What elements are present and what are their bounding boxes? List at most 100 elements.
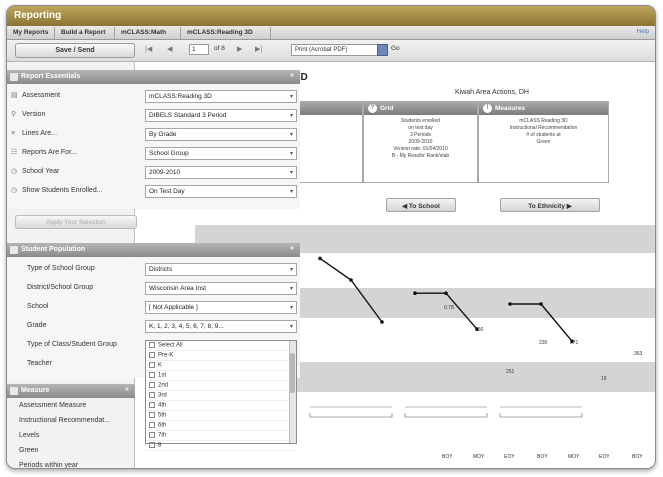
measure-item[interactable]: Assessment Measure <box>19 402 86 409</box>
field-select[interactable]: Wisconsin Area Inst ▾ <box>145 282 297 295</box>
select-value: On Test Day <box>149 188 185 195</box>
data-point[interactable] <box>508 302 512 306</box>
field-select[interactable]: 2009-2010 ▾ <box>145 166 297 179</box>
measure-item[interactable]: Instructional Recommendat... <box>19 417 110 424</box>
dropdown-scrollbar[interactable] <box>289 341 296 443</box>
page-number-input[interactable]: 1 <box>189 44 209 55</box>
checkbox-icon[interactable] <box>149 432 155 438</box>
grade-option-label: 5th <box>158 412 167 419</box>
grade-option[interactable]: Pre-K <box>146 351 296 361</box>
measure-header[interactable]: Measure « <box>7 384 135 398</box>
prev-page-button[interactable]: ◀ <box>167 45 172 53</box>
field-select[interactable]: By Grade ▾ <box>145 128 297 141</box>
field-label: Teacher <box>27 360 52 367</box>
grade-option[interactable]: 5th <box>146 411 296 421</box>
doc-icon: ▤ <box>11 92 18 99</box>
measure-item[interactable]: Periods within year <box>19 462 78 468</box>
collapse-icon[interactable]: « <box>290 72 294 79</box>
checkbox-icon[interactable] <box>149 392 155 398</box>
grade-option[interactable]: Select All <box>146 341 296 351</box>
chevron-down-icon: ▾ <box>289 267 293 273</box>
tab-mclass-reading[interactable]: mCLASS:Reading 3D <box>181 27 271 39</box>
field-label: Type of School Group <box>27 265 95 272</box>
export-icon[interactable] <box>377 44 388 56</box>
checkbox-icon[interactable] <box>149 382 155 388</box>
next-page-button[interactable]: ▶ <box>237 45 242 53</box>
data-point[interactable] <box>380 320 384 324</box>
checkbox-icon[interactable] <box>149 372 155 378</box>
tab-mclass-math[interactable]: mCLASS:Math <box>115 27 181 39</box>
point-label: 19 <box>601 376 607 383</box>
grade-option[interactable]: 3rd <box>146 391 296 401</box>
toolbar: Save / Send |◀ ◀ 1 of 8 ▶ ▶| Print (Acro… <box>7 40 655 62</box>
grade-option[interactable]: 1st <box>146 371 296 381</box>
version-icon: ⚲ <box>11 111 17 118</box>
grade-option[interactable]: K <box>146 361 296 371</box>
last-page-button[interactable]: ▶| <box>255 45 262 53</box>
measure-item[interactable]: Green <box>19 447 38 454</box>
export-format-select[interactable]: Print (Acrobat PDF) <box>291 44 381 56</box>
checkbox-icon[interactable] <box>149 442 155 448</box>
data-point[interactable] <box>349 278 353 282</box>
checkbox-icon[interactable] <box>149 422 155 428</box>
save-send-button[interactable]: Save / Send <box>15 43 135 58</box>
measure-icon <box>10 387 18 395</box>
grade-option-label: 2nd <box>158 382 169 389</box>
point-label: 0.78 <box>444 305 454 312</box>
grade-option[interactable]: 4th <box>146 401 296 411</box>
scroll-thumb[interactable] <box>290 353 295 393</box>
point-label: 363 <box>634 351 643 357</box>
data-point[interactable] <box>539 302 543 306</box>
collapse-icon[interactable]: « <box>290 245 294 252</box>
grade-dropdown-list[interactable]: Select All Pre-K K 1st 2nd 3rd 4th 5th 6th 7th 8 <box>145 340 297 451</box>
grade-option-label: 4th <box>158 402 167 409</box>
grade-option-label: K <box>158 362 163 369</box>
report-essentials-header[interactable]: Report Essentials « <box>7 70 300 84</box>
checkbox-icon[interactable] <box>149 412 155 418</box>
field-select[interactable]: [ Not Applicable ] ▾ <box>145 301 297 314</box>
checkbox-icon[interactable] <box>149 362 155 368</box>
grade-option[interactable]: 2nd <box>146 381 296 391</box>
help-link[interactable]: Help <box>637 29 649 35</box>
field-select[interactable]: DIBELS Standard 3 Period ▾ <box>145 109 297 122</box>
population-icon <box>10 246 18 254</box>
x-tick-label: BOY <box>632 454 643 460</box>
tab-my-reports[interactable]: My Reports <box>7 27 55 39</box>
student-population-header[interactable]: Student Population « <box>7 243 300 257</box>
grade-option[interactable]: 8 <box>146 441 296 451</box>
select-value: 2009-2010 <box>149 169 181 176</box>
data-point[interactable] <box>413 291 417 295</box>
grade-option-label: Pre-K <box>158 352 174 359</box>
chevron-down-icon: ▾ <box>289 189 293 195</box>
field-label: Version <box>22 111 46 118</box>
field-select[interactable]: mCLASS:Reading 3D ▾ <box>145 90 297 103</box>
checkbox-icon[interactable] <box>149 402 155 408</box>
first-page-button[interactable]: |◀ <box>145 45 152 53</box>
measure-item[interactable]: Levels <box>19 432 39 439</box>
panel-title: Report Essentials <box>21 73 81 80</box>
field-select[interactable]: School Group ▾ <box>145 147 297 160</box>
select-value: DIBELS Standard 3 Period <box>149 112 227 119</box>
grade-option[interactable]: 7th <box>146 431 296 441</box>
chevron-down-icon: ▾ <box>289 113 293 119</box>
data-point[interactable] <box>318 256 322 261</box>
field-select[interactable]: K, 1, 2, 3, 4, 5, 6, 7, 8, 9... ▾ <box>145 320 297 333</box>
tab-build-report[interactable]: Build a Report <box>55 27 115 39</box>
grade-option[interactable]: 6th <box>146 421 296 431</box>
checkbox-icon[interactable] <box>149 352 155 358</box>
apply-selection-button[interactable]: Apply Your Selection <box>15 215 137 229</box>
series-line <box>319 257 383 323</box>
go-button[interactable]: Go <box>391 45 400 52</box>
chevron-down-icon: ▾ <box>289 151 293 157</box>
chevron-down-icon: ▾ <box>289 286 293 292</box>
select-value: Wisconsin Area Inst <box>149 285 207 292</box>
checkbox-icon[interactable] <box>149 342 155 348</box>
collapse-icon[interactable]: « <box>125 386 129 393</box>
chevron-down-icon: ▾ <box>289 170 293 176</box>
field-label: Grade <box>27 322 47 329</box>
data-point[interactable] <box>444 291 448 295</box>
field-select[interactable]: On Test Day ▾ <box>145 185 297 198</box>
field-select[interactable]: Districts ▾ <box>145 263 297 276</box>
point-label: 230 <box>539 340 548 347</box>
field-label: School Year <box>22 168 60 175</box>
